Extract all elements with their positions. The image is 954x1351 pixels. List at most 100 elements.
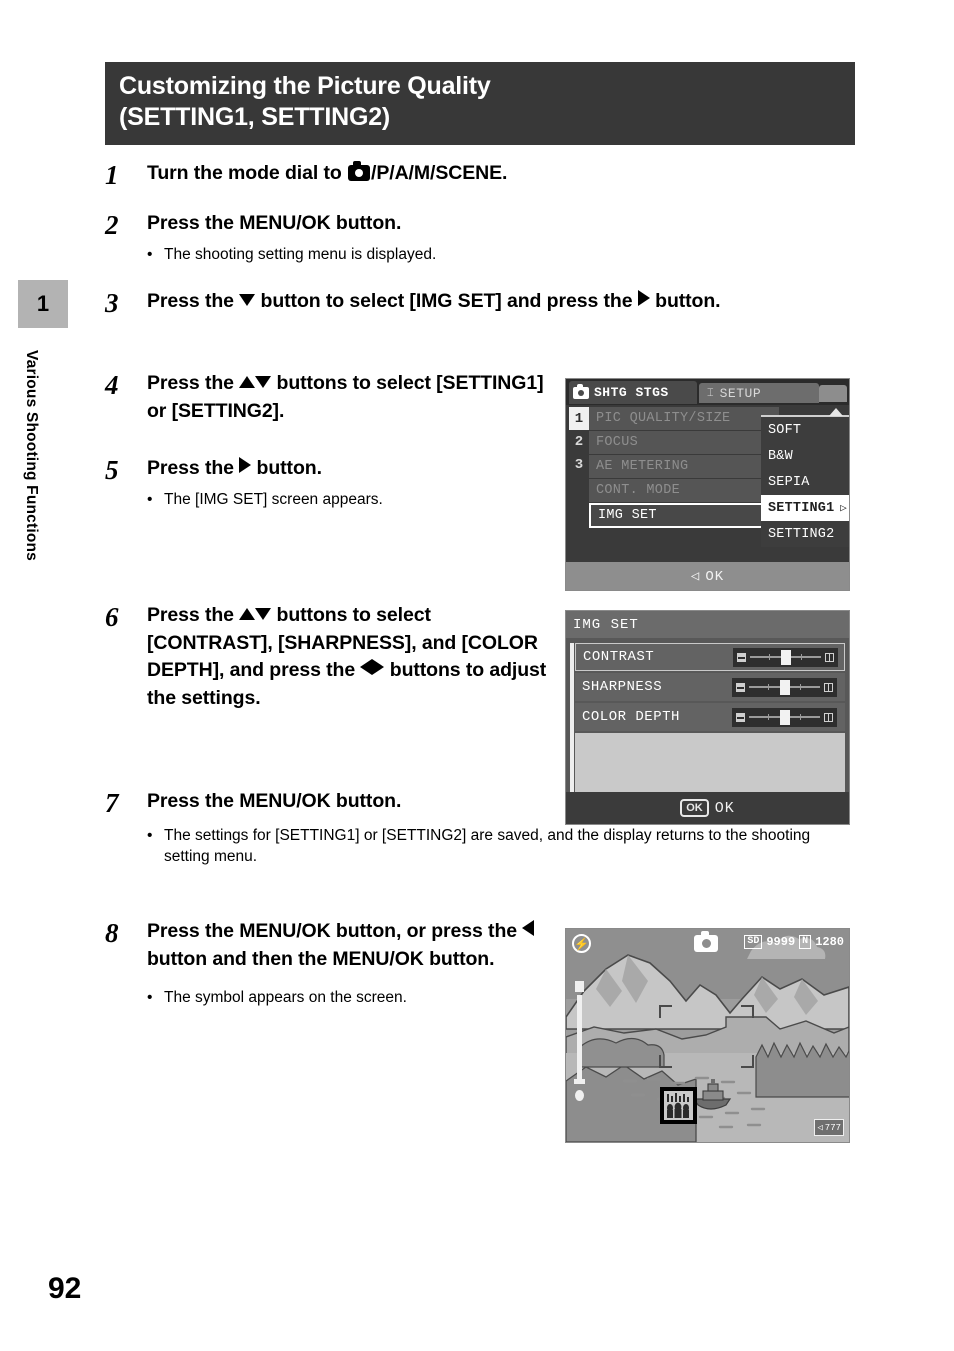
camera-icon: [573, 383, 589, 399]
submenu-item-soft[interactable]: SOFT: [761, 417, 849, 443]
submenu-item-setting2[interactable]: SETTING2: [761, 521, 849, 547]
step-2-bullet: • The shooting setting menu is displayed…: [147, 244, 436, 265]
step-8-bullet-text: The symbol appears on the screen.: [164, 989, 407, 1006]
plus-icon[interactable]: [824, 712, 833, 722]
down-arrow-icon: [255, 376, 272, 388]
right-arrow-icon: [637, 290, 650, 306]
up-arrow-icon: [239, 376, 256, 388]
step-8-text-before: Press the MENU/OK button, or press the: [147, 920, 523, 942]
step-6-number: 6: [105, 602, 119, 632]
plus-icon[interactable]: [825, 652, 834, 662]
menu-footer: ◁ OK: [566, 562, 849, 590]
slider-knob[interactable]: [779, 679, 790, 695]
shots-remaining: 9999: [766, 935, 796, 949]
step-8-number: 8: [105, 918, 119, 948]
submenu-item-setting1-label: SETTING1: [768, 500, 835, 516]
quality-normal-icon: N: [799, 935, 812, 949]
right-arrow-icon: ▷: [840, 503, 847, 515]
menu-item-cont-mode[interactable]: CONT. MODE: [589, 479, 779, 502]
landscape-illustration: [566, 929, 849, 1142]
step-4-number: 4: [105, 370, 119, 400]
step-7-bullet: • The settings for [SETTING1] or [SETTIN…: [147, 825, 852, 867]
live-view-status: SD 9999 N 1280: [744, 935, 844, 949]
img-set-label-contrast: CONTRAST: [583, 649, 655, 665]
zoom-track: [577, 995, 582, 1081]
step-3-text-mid: button to select [IMG SET] and press the: [255, 290, 638, 312]
menu-item-focus[interactable]: FOCUS: [589, 431, 779, 454]
img-set-label-sharpness: SHARPNESS: [582, 679, 663, 695]
step-1-text: Turn the mode dial to /P/A/M/SCENE.: [147, 160, 507, 188]
menu-page-3[interactable]: 3: [569, 453, 589, 476]
slider-knob[interactable]: [780, 649, 791, 665]
slider-tick: [800, 684, 801, 690]
step-7-bullet-text: The settings for [SETTING1] or [SETTING2…: [164, 826, 811, 865]
step-3-text-after: button.: [649, 290, 721, 312]
submenu-item-bw[interactable]: B&W: [761, 443, 849, 469]
img-set-row-contrast[interactable]: CONTRAST: [575, 643, 845, 671]
minus-icon[interactable]: [736, 682, 745, 692]
menu-item-pic-quality[interactable]: PIC QUALITY/SIZE: [589, 407, 779, 430]
bullet-dot-icon: •: [147, 490, 153, 508]
af-bracket-icon: [741, 1005, 754, 1018]
menu-page-2[interactable]: 2: [569, 430, 589, 453]
img-set-empty-area: [575, 733, 845, 795]
down-arrow-icon: [239, 294, 256, 306]
slider-tick: [801, 654, 802, 660]
color-depth-slider[interactable]: [732, 707, 837, 727]
zoom-bar[interactable]: [574, 981, 585, 1101]
slider-knob[interactable]: [779, 709, 790, 725]
img-set-symbol-indicator: [660, 1087, 697, 1124]
menu-item-img-set[interactable]: IMG SET: [589, 503, 779, 528]
sharpness-slider[interactable]: [732, 677, 837, 697]
bullet-dot-icon: •: [147, 245, 153, 263]
img-set-row-sharpness[interactable]: SHARPNESS: [575, 673, 845, 701]
af-bracket-icon: [659, 1055, 672, 1068]
chapter-title: Various Shooting Functions: [23, 350, 40, 562]
section-header-line2: (SETTING1, SETTING2): [119, 103, 391, 131]
tab-shooting-label: SHTG STGS: [594, 385, 669, 400]
img-set-title-bar: IMG SET: [566, 611, 849, 638]
zoom-knob[interactable]: [574, 1079, 585, 1084]
step-4-text: Press the buttons to select [SETTING1] o…: [147, 370, 557, 425]
menu-item-ae-metering[interactable]: AE METERING: [589, 455, 779, 478]
step-4-text-before: Press the: [147, 372, 240, 394]
af-bracket-icon: [659, 1005, 672, 1018]
contrast-slider[interactable]: [733, 647, 838, 667]
step-5-text-before: Press the: [147, 457, 240, 479]
menu-page-1[interactable]: 1: [569, 407, 589, 430]
tab-shooting-settings[interactable]: SHTG STGS: [569, 381, 697, 404]
ok-button-icon: OK: [680, 799, 709, 817]
step-5-text: Press the button.: [147, 455, 567, 483]
submenu-item-sepia[interactable]: SEPIA: [761, 469, 849, 495]
img-set-row-color-depth[interactable]: COLOR DEPTH: [575, 703, 845, 731]
minus-icon[interactable]: [737, 652, 746, 662]
img-set-scroll-indicator: [570, 643, 574, 795]
minus-icon[interactable]: [736, 712, 745, 722]
submenu-item-setting1[interactable]: SETTING1 ▷: [761, 495, 849, 521]
left-arrow-icon: ◁: [690, 568, 701, 585]
step-5-text-after: button.: [251, 457, 322, 479]
up-arrow-icon: [239, 608, 256, 620]
right-arrow-icon: [372, 659, 385, 675]
down-arrow-icon: [255, 608, 272, 620]
img-set-footer: OK OK: [566, 792, 849, 824]
image-size: 1280: [815, 935, 844, 949]
flash-off-icon: ⚡: [572, 934, 591, 953]
menu-footer-label: OK: [705, 568, 725, 585]
img-set-title: IMG SET: [573, 616, 639, 633]
img-set-screenshot: IMG SET CONTRAST SHARPNESS COLOR DEPTH O…: [565, 610, 850, 825]
wrench-icon: ⌶: [707, 386, 714, 399]
camera-icon: [348, 161, 371, 181]
chapter-number: 1: [36, 291, 50, 316]
step-8-bullet: • The symbol appears on the screen.: [147, 987, 557, 1008]
menu-page-column: 1 2 3: [569, 407, 589, 557]
zoom-wide-icon: [575, 1090, 584, 1101]
step-6-text-before: Press the: [147, 604, 240, 626]
tab-extra[interactable]: [819, 385, 847, 402]
af-bracket-icon: [741, 1055, 754, 1068]
step-2-number: 2: [105, 210, 119, 240]
slider-tick: [769, 654, 770, 660]
symbol-glyph: [664, 1091, 693, 1120]
tab-setup[interactable]: ⌶ SETUP: [699, 383, 819, 403]
plus-icon[interactable]: [824, 682, 833, 692]
